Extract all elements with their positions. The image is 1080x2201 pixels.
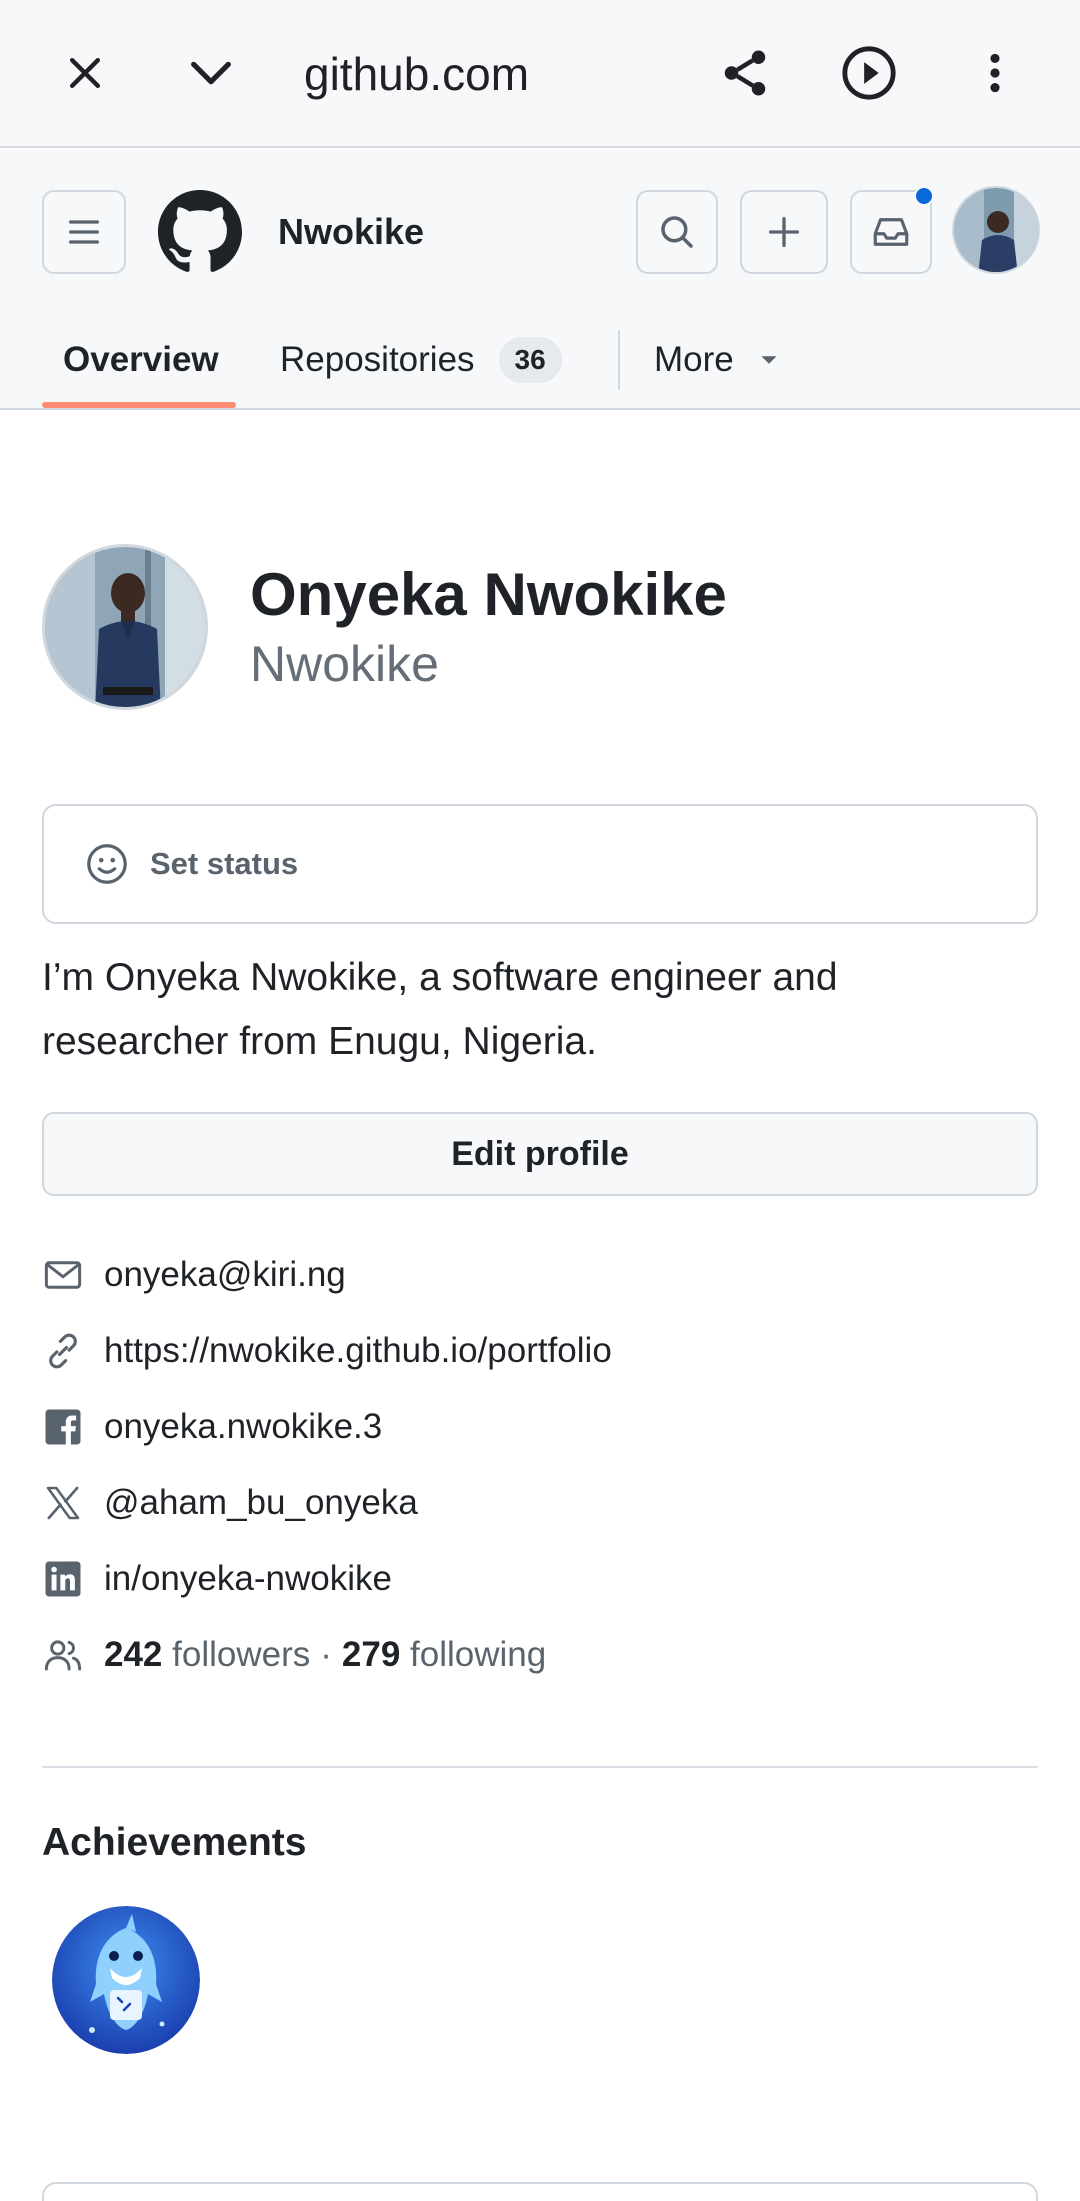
achievements-heading: Achievements: [42, 1821, 307, 1864]
profile-tabs: Overview Repositories 36 More: [0, 310, 1080, 410]
email-row: onyeka@kiri.ng: [42, 1245, 346, 1305]
facebook-link[interactable]: onyeka.nwokike.3: [104, 1407, 382, 1447]
link-icon: [42, 1330, 84, 1372]
facebook-row: onyeka.nwokike.3: [42, 1397, 382, 1457]
profile-bio: I’m Onyeka Nwokike, a software engineer …: [42, 956, 838, 1063]
browser-toolbar: github.com: [0, 0, 1080, 148]
header-username[interactable]: Nwokike: [278, 210, 424, 254]
set-status-button[interactable]: Set status: [42, 804, 1038, 924]
github-logo-icon[interactable]: [158, 190, 242, 274]
separator-dot: ·: [320, 1635, 332, 1674]
tab-more[interactable]: More: [654, 310, 784, 410]
followers-link[interactable]: 242 followers: [104, 1635, 310, 1675]
mail-icon: [42, 1254, 84, 1296]
avatar[interactable]: [952, 186, 1040, 274]
close-icon[interactable]: [50, 38, 120, 108]
followers-row: 242 followers · 279 following: [42, 1625, 546, 1685]
play-icon[interactable]: [834, 38, 904, 108]
x-row: @aham_bu_onyeka: [42, 1473, 418, 1533]
caret-down-icon: [761, 356, 777, 364]
following-count: 279: [341, 1635, 401, 1674]
section-divider: [42, 1766, 1038, 1768]
x-link[interactable]: @aham_bu_onyeka: [104, 1483, 418, 1523]
menu-button[interactable]: [42, 190, 126, 274]
hamburger-icon: [69, 220, 100, 244]
profile-full-name: Onyeka Nwokike: [250, 561, 727, 628]
edit-profile-button[interactable]: Edit profile: [42, 1112, 1038, 1196]
search-icon: [661, 216, 693, 248]
github-header: Nwokike Overview Repositories 36 More: [0, 150, 1080, 410]
people-icon: [42, 1634, 84, 1676]
linkedin-link[interactable]: in/onyeka-nwokike: [104, 1559, 392, 1599]
create-new-button[interactable]: [740, 190, 828, 274]
email-link[interactable]: onyeka@kiri.ng: [104, 1255, 346, 1295]
active-tab-underline: [42, 402, 236, 408]
tab-divider: [618, 330, 620, 390]
website-row: https://nwokike.github.io/portfolio: [42, 1321, 612, 1381]
linkedin-row: in/onyeka-nwokike: [42, 1549, 392, 1609]
notification-indicator: [914, 186, 934, 206]
smiley-icon: [87, 844, 127, 884]
linkedin-icon: [42, 1558, 84, 1600]
tab-more-label: More: [654, 340, 734, 379]
repositories-count-badge: 36: [498, 337, 562, 383]
content-card: [42, 2182, 1038, 2201]
set-status-label: Set status: [150, 846, 299, 881]
website-link[interactable]: https://nwokike.github.io/portfolio: [104, 1331, 612, 1371]
tab-repositories-label: Repositories: [280, 340, 475, 379]
facebook-icon: [42, 1406, 84, 1448]
followers-label: followers: [172, 1635, 311, 1674]
tab-overview-label: Overview: [63, 340, 219, 379]
followers-count: 242: [104, 1635, 163, 1674]
x-logo-icon: [42, 1482, 84, 1524]
search-button[interactable]: [636, 190, 718, 274]
following-label: following: [410, 1635, 547, 1674]
inbox-icon: [873, 218, 909, 246]
profile-avatar[interactable]: [42, 544, 208, 710]
chevron-down-icon[interactable]: [176, 38, 246, 108]
tab-overview[interactable]: Overview: [63, 310, 219, 410]
following-link[interactable]: 279 following: [342, 1635, 546, 1675]
url-text[interactable]: github.com: [304, 44, 529, 104]
plus-icon: [769, 217, 799, 247]
more-vert-icon[interactable]: [960, 38, 1030, 108]
tab-repositories[interactable]: Repositories 36: [280, 310, 562, 410]
profile-username: Nwokike: [250, 636, 439, 692]
shark-achievement-badge[interactable]: [52, 1906, 200, 2054]
share-icon[interactable]: [710, 38, 780, 108]
